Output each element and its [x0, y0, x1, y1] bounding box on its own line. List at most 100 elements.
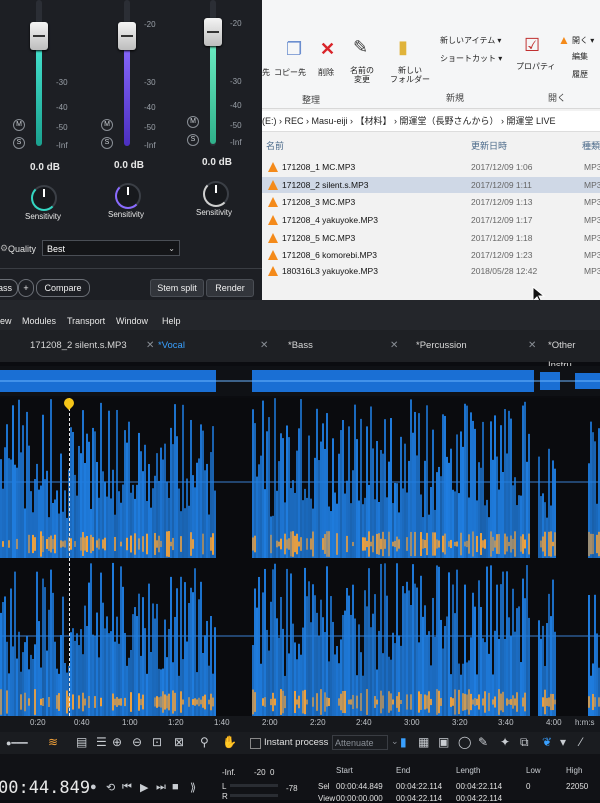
spectral-energy-mark: [448, 541, 450, 547]
compare-button[interactable]: Compare: [36, 279, 90, 297]
lasso-tool-icon[interactable]: ◯: [458, 735, 471, 749]
percussion-sensitivity-knob[interactable]: [203, 181, 229, 207]
new-folder-button[interactable]: 新しい フォルダー: [390, 66, 430, 84]
open-button[interactable]: 開く ▾: [572, 36, 594, 45]
close-icon[interactable]: ✕: [390, 336, 398, 356]
edit-button[interactable]: 編集: [572, 52, 588, 61]
timeline-ruler[interactable]: 0:20 0:40 1:00 1:20 1:40 2:00 2:20 2:40 …: [0, 716, 600, 732]
play-icon[interactable]: ▶: [140, 781, 148, 794]
new-item-button[interactable]: 新しいアイテム ▾: [440, 36, 501, 45]
snapshot-icon[interactable]: ▤: [76, 735, 87, 749]
stem-split-button[interactable]: Stem split: [150, 279, 204, 297]
zoom-in-icon[interactable]: ⊕: [112, 735, 122, 749]
sel-end-value[interactable]: 00:04:22.114: [396, 782, 442, 791]
zoom-out-icon[interactable]: ⊖: [132, 735, 142, 749]
render-button[interactable]: Render: [206, 279, 254, 297]
hand-tool-icon[interactable]: ✋: [222, 735, 237, 749]
column-date[interactable]: 更新日時: [471, 139, 507, 152]
file-row[interactable]: 171208_3 MC.MP3 2017/12/09 1:13 MP3: [262, 194, 600, 210]
tab-file[interactable]: 171208_2 silent.s.MP3 ✕: [30, 336, 154, 356]
menu-help[interactable]: Help: [162, 316, 181, 326]
mute-button[interactable]: M: [101, 119, 113, 131]
chevron-down-icon[interactable]: ⌄: [391, 736, 399, 747]
bass-sensitivity-knob[interactable]: [115, 183, 141, 209]
close-icon[interactable]: ✕: [260, 336, 268, 356]
tab-other-instruments[interactable]: *Other Instru: [548, 336, 600, 371]
close-icon[interactable]: ✕: [146, 336, 154, 356]
bass-fader-handle[interactable]: [118, 22, 136, 50]
go-to-end-icon[interactable]: ⏭: [156, 781, 166, 794]
add-stem-button[interactable]: +: [18, 279, 34, 297]
address-bar[interactable]: (E:) › REC › Masu-eiji › 【材料】 › 開運堂（長野さん…: [262, 111, 600, 132]
menu-transport[interactable]: Transport: [67, 316, 105, 326]
file-row[interactable]: 180316L3 yakuyoke.MP3 2018/05/28 12:42 MP3: [262, 263, 600, 279]
pencil-tool-icon[interactable]: ⁄: [580, 735, 582, 749]
attenuate-select[interactable]: Attenuate: [332, 735, 388, 750]
solo-button[interactable]: S: [13, 137, 25, 149]
zoom-slider-icon[interactable]: ●━━━: [6, 738, 28, 749]
spectral-energy-mark: [508, 699, 510, 705]
quality-select[interactable]: Best ⌄: [42, 240, 180, 256]
list-icon[interactable]: ☰: [96, 735, 107, 749]
column-name[interactable]: 名前: [266, 139, 284, 152]
column-type[interactable]: 種類: [582, 139, 600, 152]
vocal-fader-handle[interactable]: [30, 22, 48, 50]
file-row[interactable]: 171208_1 MC.MP3 2017/12/09 1:06 MP3: [262, 159, 600, 175]
time-selection-tool-icon[interactable]: ▮: [400, 735, 407, 749]
waveform-display[interactable]: [0, 395, 600, 716]
instant-process-checkbox[interactable]: [250, 738, 261, 749]
waveform-bar: [404, 593, 406, 716]
menu-modules[interactable]: Modules: [22, 316, 56, 326]
file-row-selected[interactable]: 171208_2 silent.s.MP3 2017/12/09 1:11 MP3: [262, 177, 600, 193]
leaf-brush-icon[interactable]: ❦: [542, 735, 552, 749]
waveform-spectrogram-svg: [0, 398, 600, 716]
delete-button[interactable]: 削除: [318, 68, 334, 77]
tab-percussion[interactable]: *Percussion ✕: [416, 336, 536, 356]
view-end-value[interactable]: 00:04:22.114: [396, 794, 442, 803]
bounce-icon[interactable]: ⟫: [190, 781, 196, 794]
menu-view[interactable]: ew: [0, 316, 12, 326]
solo-button[interactable]: S: [187, 134, 199, 146]
close-icon[interactable]: ✕: [528, 336, 536, 356]
brush-tool-icon[interactable]: ✎: [478, 735, 488, 749]
tab-vocal[interactable]: *Vocal ✕: [158, 336, 268, 356]
loop-icon[interactable]: ⟲: [106, 781, 115, 794]
file-row[interactable]: 171208_4 yakuyoke.MP3 2017/12/09 1:17 MP3: [262, 212, 600, 228]
percussion-fader-handle[interactable]: [204, 18, 222, 46]
freq-selection-tool-icon[interactable]: ▦: [418, 735, 429, 749]
spectral-ratio-icon[interactable]: ≋: [48, 735, 58, 749]
view-start-value[interactable]: 00:00:00.000: [336, 794, 383, 803]
harmonic-select-icon[interactable]: ⧉: [520, 735, 529, 750]
file-row[interactable]: 171208_6 komorebi.MP3 2017/12/09 1:23 MP3: [262, 247, 600, 263]
zoom-selection-icon[interactable]: ⊡: [152, 735, 162, 749]
sel-start-value[interactable]: 00:00:44.849: [336, 782, 383, 791]
record-icon[interactable]: ●: [90, 781, 97, 793]
go-to-start-icon[interactable]: ⏮: [122, 781, 132, 794]
vocal-sensitivity-knob[interactable]: [31, 185, 57, 211]
magnify-icon[interactable]: ⚲: [200, 735, 209, 749]
stop-icon[interactable]: ■: [172, 781, 179, 793]
sel-high-value[interactable]: 22050: [566, 782, 588, 791]
copy-to-button[interactable]: コピー先: [274, 68, 306, 77]
file-row[interactable]: 171208_5 MC.MP3 2017/12/09 1:18 MP3: [262, 230, 600, 246]
solo-button[interactable]: S: [101, 137, 113, 149]
waveform-bar: [162, 459, 164, 558]
view-length-value[interactable]: 00:04:22.114: [456, 794, 502, 803]
waveform-overview[interactable]: [0, 366, 600, 396]
mute-button[interactable]: M: [13, 119, 25, 131]
sel-length-value[interactable]: 00:04:22.114: [456, 782, 502, 791]
properties-button[interactable]: プロパティ: [516, 62, 556, 71]
history-button[interactable]: 履歴: [572, 70, 588, 79]
sel-low-value[interactable]: 0: [526, 782, 530, 791]
rename-button[interactable]: 名前の 変更: [350, 66, 374, 84]
tab-bass[interactable]: *Bass ✕: [288, 336, 398, 356]
menu-window[interactable]: Window: [116, 316, 148, 326]
box-selection-tool-icon[interactable]: ▣: [438, 735, 449, 749]
ribbon-partial-label[interactable]: 先: [262, 68, 270, 77]
mute-button[interactable]: M: [187, 116, 199, 128]
zoom-fit-icon[interactable]: ⊠: [174, 735, 184, 749]
bass-button[interactable]: ass: [0, 279, 18, 297]
magic-wand-icon[interactable]: ✦: [500, 735, 510, 749]
shortcut-button[interactable]: ショートカット ▾: [440, 54, 502, 63]
chevron-down-icon[interactable]: ▾: [560, 735, 566, 749]
